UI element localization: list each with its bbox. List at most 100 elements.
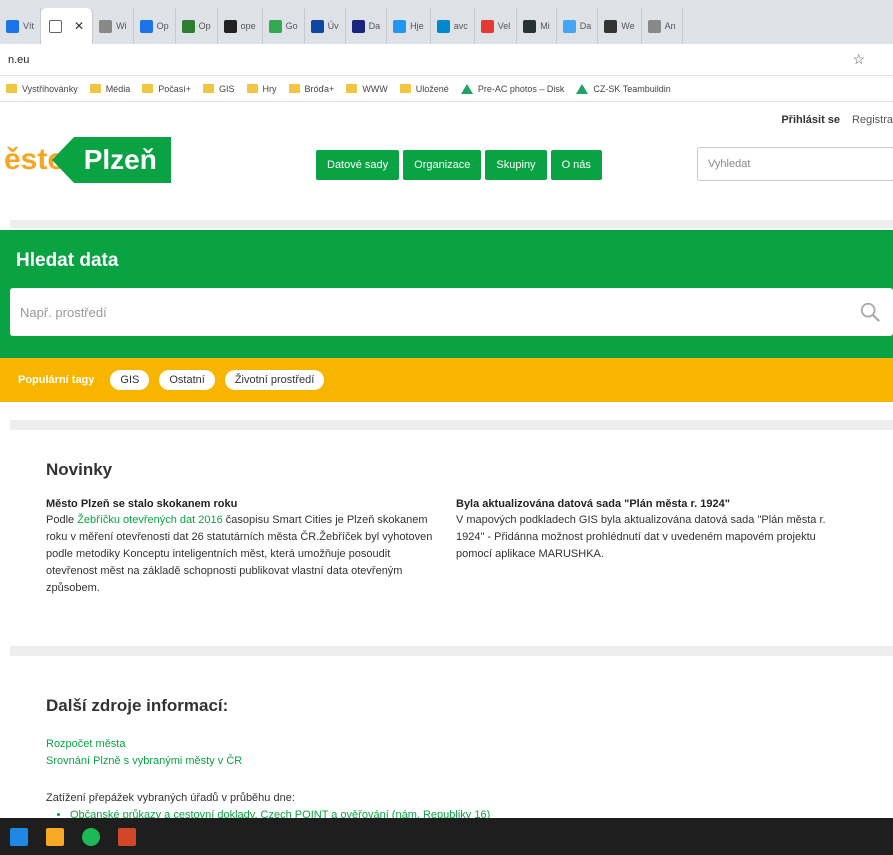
tab-favicon-icon bbox=[647, 19, 661, 33]
tab-favicon-icon bbox=[351, 19, 365, 33]
tab-favicon-icon bbox=[480, 19, 494, 33]
tab-label: avc bbox=[453, 21, 468, 31]
browser-tab[interactable]: Vít bbox=[0, 8, 42, 44]
bookmark-item[interactable]: Vystřihovánky bbox=[6, 84, 78, 94]
folder-icon bbox=[202, 84, 214, 93]
bookmark-label: Počasí+ bbox=[158, 83, 191, 94]
bookmark-item[interactable]: Bróďa+ bbox=[288, 83, 335, 94]
bookmark-label: CZ-SK Teambuildin bbox=[593, 83, 671, 94]
hero-search-box[interactable] bbox=[10, 288, 893, 336]
mail-icon[interactable] bbox=[46, 827, 64, 846]
browser-tab[interactable]: Op bbox=[134, 8, 176, 44]
tag-other[interactable]: Ostatní bbox=[159, 370, 215, 390]
google-drive-icon bbox=[576, 83, 589, 94]
register-link[interactable]: Registra bbox=[852, 114, 893, 126]
tab-label: ope bbox=[240, 21, 256, 31]
tab-favicon-icon bbox=[223, 19, 237, 33]
tab-label: Hje bbox=[410, 21, 424, 31]
tab-favicon-icon bbox=[181, 19, 195, 33]
browser-tab[interactable]: avc bbox=[431, 8, 475, 44]
data-search-input[interactable] bbox=[20, 304, 883, 320]
tab-favicon-icon bbox=[523, 19, 537, 33]
browser-tab[interactable]: Mi bbox=[517, 8, 557, 44]
browser-tab[interactable]: Vel bbox=[475, 8, 518, 44]
bookmark-label: GIS bbox=[218, 83, 235, 94]
search-icon[interactable] bbox=[859, 301, 881, 323]
browser-tab[interactable]: Op bbox=[176, 8, 218, 44]
tab-favicon-icon bbox=[436, 19, 450, 33]
logo-text-plzen: Plzeň bbox=[83, 144, 157, 175]
tag-gis[interactable]: GIS bbox=[110, 370, 150, 390]
login-link[interactable]: Přihlásit se bbox=[781, 114, 840, 126]
comparison-link[interactable]: Srovnání Plzně s vybranými městy v ČR bbox=[46, 753, 876, 770]
tag-environment[interactable]: Životní prostředí bbox=[224, 370, 325, 390]
news-item-1-text-pre: Podle bbox=[46, 514, 78, 526]
hero-title: Hledat data bbox=[16, 250, 119, 271]
browser-tab[interactable]: Wi bbox=[93, 8, 134, 44]
news-item-2-title: Byla aktualizována datová sada "Plán měs… bbox=[456, 498, 730, 510]
file-explorer-icon[interactable] bbox=[10, 827, 28, 846]
tab-label: An bbox=[664, 21, 676, 31]
bookmark-label: Uložené bbox=[415, 83, 449, 94]
tab-label: We bbox=[621, 21, 635, 31]
news-item-1-body: Podle Žebříčku otevřených dat 2016 časop… bbox=[46, 512, 444, 597]
close-tab-icon[interactable]: ✕ bbox=[74, 19, 84, 33]
tab-label: Úv bbox=[327, 21, 339, 31]
site-logo[interactable]: ěsto Plzeň bbox=[0, 134, 171, 186]
site-header: Přihlásit se Registra ěsto Plzeň Datové … bbox=[0, 102, 893, 228]
tab-favicon-icon bbox=[310, 19, 324, 33]
bookmark-label: Hry bbox=[262, 83, 277, 94]
powerpoint-icon[interactable] bbox=[118, 827, 136, 846]
bookmark-item[interactable]: WWW bbox=[346, 84, 388, 94]
bookmark-item[interactable]: Hry bbox=[246, 83, 277, 94]
browser-tab[interactable]: Da bbox=[557, 8, 599, 44]
tab-favicon-icon bbox=[562, 19, 576, 33]
folder-icon bbox=[246, 84, 258, 93]
more-info-section: Další zdroje informací: Rozpočet města S… bbox=[46, 696, 876, 824]
budget-link[interactable]: Rozpočet města bbox=[46, 736, 876, 753]
folder-icon bbox=[142, 84, 154, 93]
tab-label: Wi bbox=[116, 21, 127, 31]
bookmark-star-icon[interactable]: ☆ bbox=[852, 51, 865, 68]
browser-tab[interactable]: Da bbox=[346, 8, 388, 44]
spotify-icon[interactable] bbox=[82, 827, 100, 846]
nav-groups[interactable]: Skupiny bbox=[485, 150, 547, 180]
browser-tab[interactable]: Hje bbox=[387, 8, 431, 44]
popular-tags-bar: Populární tagy GIS Ostatní Životní prost… bbox=[0, 358, 893, 402]
news-item-1-text-post: časopisu Smart Cities je Plzeň skokanem … bbox=[46, 514, 433, 594]
browser-tab[interactable]: ope bbox=[218, 8, 263, 44]
folder-icon bbox=[346, 84, 358, 93]
bookmark-item[interactable]: Počasí+ bbox=[142, 84, 191, 94]
browser-tab-bar: Vít ✕ Wi Op Op ope Go Úv Da Hje avc Vel Mi Da We An bbox=[0, 0, 893, 44]
site-search-input[interactable]: Vyhledat bbox=[697, 147, 893, 181]
browser-tab[interactable]: Úv bbox=[305, 8, 346, 44]
logo-plzen-box: Plzeň bbox=[51, 137, 171, 183]
main-nav: Datové sady Organizace Skupiny O nás bbox=[316, 150, 602, 180]
address-bar[interactable]: n.eu ☆ bbox=[0, 44, 893, 76]
tab-label: Op bbox=[156, 21, 169, 31]
bookmark-item[interactable]: CZ-SK Teambuildin bbox=[576, 83, 671, 94]
browser-tab[interactable]: Go bbox=[263, 8, 305, 44]
news-title: Novinky bbox=[46, 460, 113, 479]
section-divider bbox=[10, 420, 893, 430]
bookmark-label: Bróďa+ bbox=[304, 83, 335, 94]
browser-tab[interactable]: We bbox=[598, 8, 642, 44]
nav-datasets[interactable]: Datové sady bbox=[316, 150, 400, 180]
active-browser-tab[interactable]: ✕ bbox=[41, 8, 94, 44]
bookmark-item[interactable]: GIS bbox=[202, 83, 235, 94]
ranking-link[interactable]: Žebříčku otevřených dat 2016 bbox=[77, 514, 223, 526]
tab-label: Vel bbox=[497, 21, 511, 31]
tab-favicon-icon bbox=[139, 19, 153, 33]
bookmark-item[interactable]: Pre-AC photos – Disk bbox=[460, 83, 564, 94]
bookmark-item[interactable]: Média bbox=[89, 84, 130, 94]
tab-favicon-icon bbox=[604, 19, 618, 33]
url-text[interactable]: n.eu bbox=[8, 54, 852, 66]
nav-about[interactable]: O nás bbox=[550, 150, 602, 180]
tab-favicon-icon bbox=[99, 19, 113, 33]
folder-icon bbox=[6, 84, 17, 93]
hero-search-section: Hledat data bbox=[0, 230, 893, 358]
browser-tab[interactable]: An bbox=[642, 8, 683, 44]
google-drive-icon bbox=[460, 83, 473, 94]
nav-organizations[interactable]: Organizace bbox=[403, 150, 482, 180]
bookmark-item[interactable]: Uložené bbox=[399, 83, 449, 94]
